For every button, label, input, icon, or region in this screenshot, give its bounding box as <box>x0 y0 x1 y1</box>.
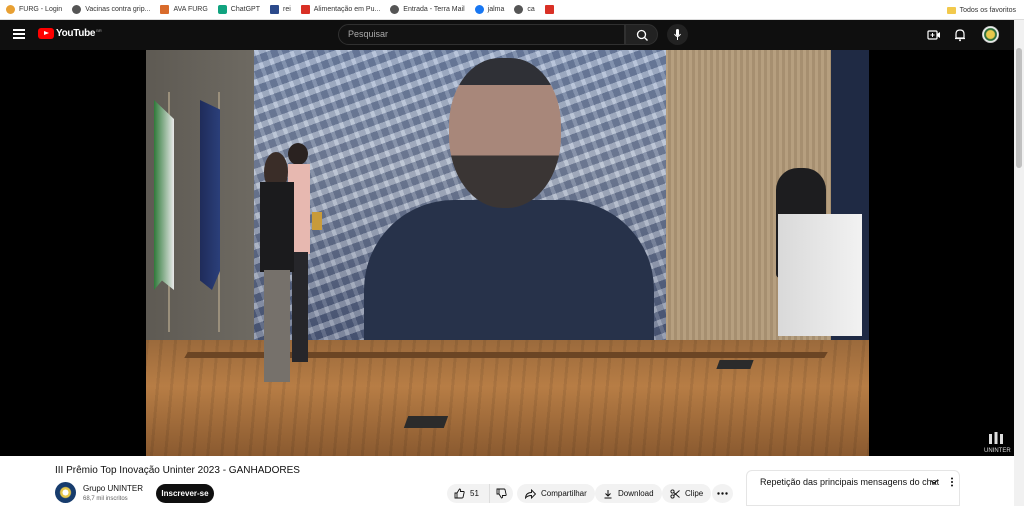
bookmark-terra-mail[interactable]: Entrada - Terra Mail <box>390 5 465 14</box>
bookmark-pdf[interactable] <box>544 5 558 14</box>
bookmark-chatgpt[interactable]: ChatGPT <box>217 5 260 14</box>
subscribe-button[interactable]: Inscrever-se <box>156 484 214 503</box>
bookmark-label: jalma <box>487 6 505 13</box>
video-info: III Prêmio Top Inovação Uninter 2023 - G… <box>0 456 1014 506</box>
clip-label: Clipe <box>685 489 704 498</box>
scrollbar-thumb[interactable] <box>1016 48 1022 168</box>
channel-name[interactable]: Grupo UNINTER <box>83 484 143 493</box>
facebook-icon <box>474 5 484 14</box>
download-icon <box>604 489 612 498</box>
remote-speaker-head <box>449 58 561 208</box>
hamburger-menu-icon[interactable] <box>13 29 25 39</box>
bookmark-favicon-icon <box>160 5 170 14</box>
bookmark-label: Entrada - Terra Mail <box>403 6 465 13</box>
bookmark-label: ChatGPT <box>230 6 260 13</box>
uninter-logo-icon <box>989 432 1003 444</box>
bookmark-vacinas[interactable]: Vacinas contra grip... <box>72 5 150 14</box>
globe-icon <box>390 5 400 14</box>
voice-search-button[interactable] <box>667 24 688 45</box>
download-label: Download <box>618 489 654 498</box>
remote-speaker-body <box>364 200 654 340</box>
bookmark-furg-login[interactable]: FURG - Login <box>6 5 62 14</box>
bookmark-jalma[interactable]: jalma <box>474 5 505 14</box>
bookmark-label: ca <box>527 6 535 13</box>
podium <box>778 214 862 336</box>
youtube-play-icon <box>38 28 54 39</box>
bookmark-label: Alimentação em Pu... <box>313 6 381 13</box>
folder-icon <box>946 6 956 14</box>
video-title: III Prêmio Top Inovação Uninter 2023 - G… <box>55 465 300 476</box>
presenters-figures <box>260 143 322 382</box>
bookmark-alimentacao[interactable]: Alimentação em Pu... <box>300 5 381 14</box>
bookmark-favicon-icon <box>300 5 310 14</box>
presenters-group <box>256 142 331 392</box>
bookmark-ca[interactable]: ca <box>514 5 535 14</box>
floor-monitor <box>403 416 449 428</box>
video-frame <box>146 50 869 456</box>
bookmark-rei[interactable]: rei <box>269 5 291 14</box>
live-chat-replay-panel: Repetição das principais mensagens do ch… <box>746 470 960 506</box>
search-icon <box>636 29 648 41</box>
bookmark-label: AVA FURG <box>173 6 208 13</box>
share-button[interactable]: Compartilhar <box>517 484 595 503</box>
flag <box>154 100 174 290</box>
country-code: BR <box>96 28 102 33</box>
pdf-icon <box>544 5 554 14</box>
channel-avatar[interactable] <box>55 482 76 503</box>
more-horizontal-icon <box>717 492 728 495</box>
logo-text: YouTube <box>56 28 96 39</box>
page-scrollbar[interactable] <box>1014 20 1024 506</box>
bookmark-label: FURG - Login <box>19 6 63 13</box>
bookmark-ava-furg[interactable]: AVA FURG <box>160 5 208 14</box>
search-input[interactable]: Pesquisar <box>338 24 625 45</box>
like-button[interactable]: 51 <box>447 484 489 503</box>
youtube-header: YouTube BR Pesquisar <box>0 20 1014 50</box>
thumbs-up-icon <box>454 488 465 499</box>
download-button[interactable]: Download <box>595 484 662 503</box>
scissors-icon <box>670 488 680 499</box>
notifications-bell-icon[interactable] <box>953 28 967 42</box>
like-count: 51 <box>470 489 479 498</box>
bookmarks-bar: FURG - Login Vacinas contra grip... AVA … <box>0 0 1024 20</box>
create-video-icon[interactable] <box>927 28 941 42</box>
video-player[interactable]: UNINTER <box>0 50 1014 456</box>
floor-monitor <box>716 360 754 369</box>
all-bookmarks[interactable]: Todos os favoritos <box>946 0 1016 20</box>
more-actions-button[interactable] <box>712 484 733 503</box>
account-avatar[interactable] <box>982 26 999 43</box>
watermark-text: UNINTER <box>984 448 1011 454</box>
chat-mode-selector[interactable]: Repetição das principais mensagens do ch… <box>760 477 939 487</box>
all-bookmarks-label: Todos os favoritos <box>959 6 1016 14</box>
more-vertical-icon[interactable] <box>950 477 954 487</box>
bookmark-favicon-icon <box>269 5 279 14</box>
chatgpt-icon <box>217 5 227 14</box>
youtube-logo[interactable]: YouTube BR <box>38 28 102 39</box>
bookmark-label: rei <box>282 6 291 13</box>
bookmark-favicon-icon <box>6 5 15 14</box>
thumbs-down-icon <box>496 488 507 499</box>
share-label: Compartilhar <box>541 489 587 498</box>
globe-icon <box>514 5 524 14</box>
globe-icon <box>72 5 82 14</box>
clip-button[interactable]: Clipe <box>662 484 712 503</box>
channel-watermark: UNINTER <box>984 432 1011 454</box>
microphone-icon <box>674 29 681 40</box>
dislike-button[interactable] <box>489 484 513 503</box>
bookmark-label: Vacinas contra grip... <box>85 6 151 13</box>
chevron-down-icon[interactable] <box>930 478 938 486</box>
subscriber-count: 68,7 mil inscritos <box>83 496 128 502</box>
share-icon <box>525 488 536 499</box>
flag <box>200 100 220 290</box>
search-button[interactable] <box>625 24 658 45</box>
